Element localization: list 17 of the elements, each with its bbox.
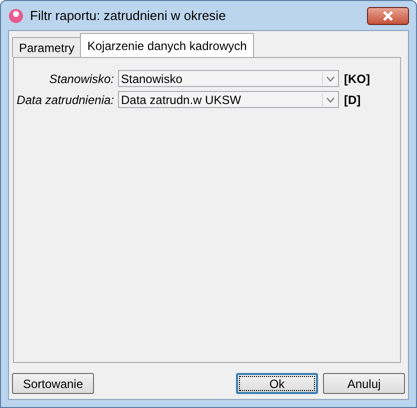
chevron-down-icon (326, 96, 334, 102)
ok-button[interactable]: Ok (236, 373, 318, 394)
close-button[interactable] (367, 6, 409, 24)
sort-button[interactable]: Sortowanie (12, 373, 94, 394)
tab[interactable]: Kojarzenie danych kadrowych (80, 33, 254, 57)
dropdown[interactable]: Data zatrudn.w UKSW (118, 91, 339, 108)
field-code: [KO] (344, 72, 370, 86)
app-icon (8, 8, 24, 24)
tab[interactable]: Parametry (12, 37, 82, 57)
chevron-down-icon (326, 76, 334, 82)
field-label: Data zatrudnienia: (16, 92, 115, 106)
field-label: Stanowisko: (48, 72, 115, 86)
field-code: [D] (344, 92, 361, 106)
window-title: Filtr raportu: zatrudnieni w okresie (30, 8, 227, 23)
close-icon (382, 10, 394, 20)
cancel-button[interactable]: Anuluj (323, 373, 405, 394)
dropdown[interactable]: Stanowisko (118, 70, 339, 87)
